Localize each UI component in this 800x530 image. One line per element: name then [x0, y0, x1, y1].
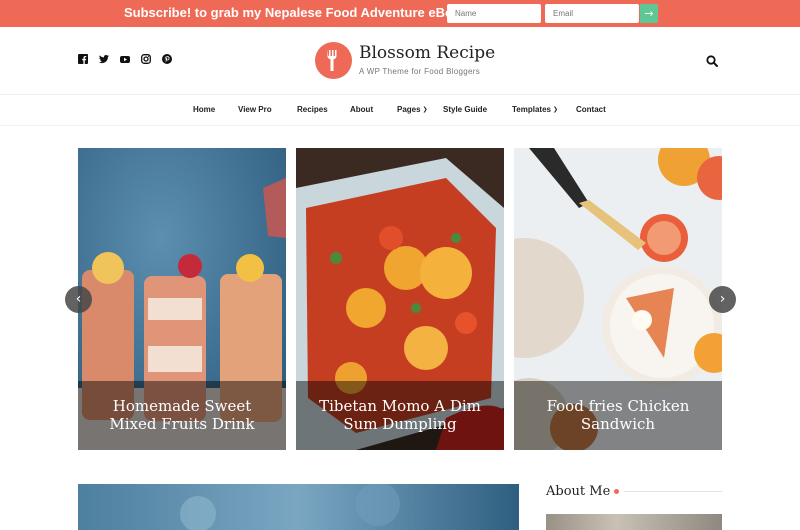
- slider-prev-button[interactable]: ‹: [65, 286, 92, 313]
- email-input[interactable]: [545, 4, 639, 23]
- slide-title[interactable]: Homemade Sweet Mixed Fruits Drink: [78, 397, 286, 433]
- nav-item-recipes[interactable]: Recipes: [297, 105, 328, 114]
- slide-title[interactable]: Food fries Chicken Sandwich: [514, 397, 722, 433]
- promo-bar: Subscribe! to grab my Nepalese Food Adve…: [0, 0, 800, 27]
- twitter-icon[interactable]: [99, 54, 109, 64]
- main-navigation: Home View Pro Recipes About Pages ❯ Style…: [0, 96, 800, 126]
- logo[interactable]: [315, 42, 352, 79]
- social-links: [78, 54, 172, 64]
- about-me-image: [546, 514, 722, 530]
- heading-divider: [624, 491, 722, 492]
- search-icon[interactable]: [706, 55, 718, 67]
- chevron-right-icon: ›: [719, 291, 726, 307]
- site-header: Blossom Recipe A WP Theme for Food Blogg…: [0, 27, 800, 95]
- chevron-left-icon: ‹: [75, 291, 82, 307]
- promo-text: Subscribe! to grab my Nepalese Food Adve…: [124, 5, 473, 20]
- heading-accent-dot: [614, 489, 619, 494]
- subscribe-submit-button[interactable]: →: [640, 4, 658, 23]
- pinterest-icon[interactable]: [162, 54, 172, 64]
- slide-caption: Homemade Sweet Mixed Fruits Drink: [78, 381, 286, 450]
- slide-caption: Tibetan Momo A Dim Sum Dumpling: [296, 381, 504, 450]
- facebook-icon[interactable]: [78, 54, 88, 64]
- nav-item-view-pro[interactable]: View Pro: [238, 105, 272, 114]
- slide-caption: Food fries Chicken Sandwich: [514, 381, 722, 450]
- nav-label: Style Guide: [443, 105, 488, 114]
- about-me-heading: About Me: [546, 484, 611, 499]
- site-title[interactable]: Blossom Recipe: [359, 43, 495, 63]
- fork-icon: [327, 50, 337, 71]
- slider-card[interactable]: Tibetan Momo A Dim Sum Dumpling: [296, 148, 504, 450]
- nav-item-templates[interactable]: Templates ❯: [512, 105, 558, 114]
- site-tagline: A WP Theme for Food Bloggers: [359, 67, 481, 76]
- youtube-icon[interactable]: [120, 54, 130, 64]
- slider-next-button[interactable]: ›: [709, 286, 736, 313]
- nav-label: Templates: [512, 105, 551, 114]
- slider-card[interactable]: Food fries Chicken Sandwich: [514, 148, 722, 450]
- chevron-down-icon: ❯: [422, 107, 428, 113]
- chevron-down-icon: ❯: [552, 107, 559, 113]
- arrow-right-icon: →: [644, 7, 654, 20]
- nav-label: View Pro: [238, 105, 272, 114]
- nav-item-pages[interactable]: Pages ❯: [397, 105, 428, 114]
- nav-item-about[interactable]: About: [350, 105, 373, 114]
- nav-item-contact[interactable]: Contact: [576, 105, 606, 114]
- featured-image: [78, 484, 519, 530]
- featured-post-image[interactable]: [78, 484, 519, 530]
- nav-label: Home: [193, 105, 216, 114]
- name-input[interactable]: [447, 4, 541, 23]
- slider-card[interactable]: Homemade Sweet Mixed Fruits Drink: [78, 148, 286, 450]
- instagram-icon[interactable]: [141, 54, 151, 64]
- nav-label: Recipes: [297, 105, 328, 114]
- nav-item-home[interactable]: Home: [193, 105, 215, 114]
- nav-label: About: [350, 105, 374, 114]
- nav-label: Contact: [576, 105, 606, 114]
- nav-label: Pages: [397, 105, 421, 114]
- nav-item-style-guide[interactable]: Style Guide: [443, 105, 487, 114]
- slide-title[interactable]: Tibetan Momo A Dim Sum Dumpling: [296, 397, 504, 433]
